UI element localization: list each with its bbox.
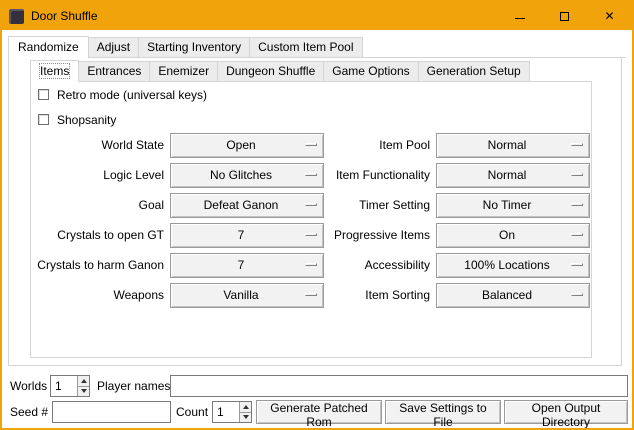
progressive-items-label: Progressive Items bbox=[320, 223, 430, 248]
shopsanity-label: Shopsanity bbox=[57, 113, 116, 128]
minimize-icon bbox=[515, 18, 525, 19]
item-functionality-dropdown[interactable]: Normal bbox=[436, 163, 590, 188]
dropdown-indicator-icon bbox=[571, 293, 583, 296]
arrow-up-icon bbox=[243, 405, 249, 409]
world-state-dropdown[interactable]: Open bbox=[170, 133, 324, 158]
tab-entrances[interactable]: Entrances bbox=[78, 61, 150, 81]
accessibility-label: Accessibility bbox=[320, 253, 430, 278]
dropdown-indicator-icon bbox=[571, 263, 583, 266]
accessibility-dropdown[interactable]: 100% Locations bbox=[436, 253, 590, 278]
worlds-spin-up-button[interactable] bbox=[77, 376, 89, 386]
minimize-button[interactable] bbox=[497, 2, 542, 30]
arrow-down-icon bbox=[81, 389, 87, 393]
worlds-spin-down-button[interactable] bbox=[77, 386, 89, 397]
dropdown-indicator-icon bbox=[305, 293, 317, 296]
titlebar[interactable]: Door Shuffle ✕ bbox=[2, 2, 632, 30]
logic-level-dropdown[interactable]: No Glitches bbox=[170, 163, 324, 188]
arrow-down-icon bbox=[243, 415, 249, 419]
dropdown-indicator-icon bbox=[571, 173, 583, 176]
tab-items[interactable]: Items bbox=[30, 60, 79, 82]
tab-adjust[interactable]: Adjust bbox=[88, 37, 139, 57]
logic-level-label: Logic Level bbox=[32, 163, 164, 188]
retro-mode-checkbox[interactable] bbox=[38, 89, 49, 100]
shopsanity-checkbox[interactable] bbox=[38, 114, 49, 125]
crystals-gt-label: Crystals to open GT bbox=[32, 223, 164, 248]
retro-mode-label: Retro mode (universal keys) bbox=[57, 88, 207, 103]
player-names-input[interactable] bbox=[170, 375, 628, 397]
item-pool-dropdown[interactable]: Normal bbox=[436, 133, 590, 158]
count-spinner[interactable]: 1 bbox=[212, 401, 252, 423]
dropdown-indicator-icon bbox=[571, 203, 583, 206]
close-icon: ✕ bbox=[604, 10, 614, 22]
dropdown-indicator-icon bbox=[305, 233, 317, 236]
arrow-up-icon bbox=[81, 379, 87, 383]
app-icon bbox=[9, 9, 24, 24]
count-label: Count bbox=[176, 405, 208, 419]
item-sorting-label: Item Sorting bbox=[320, 283, 430, 308]
inner-tabbar: Items Entrances Enemizer Dungeon Shuffle… bbox=[30, 60, 592, 82]
dropdown-indicator-icon bbox=[305, 173, 317, 176]
worlds-label: Worlds bbox=[10, 379, 47, 393]
tab-randomize[interactable]: Randomize bbox=[8, 36, 89, 58]
maximize-button[interactable] bbox=[542, 2, 587, 30]
maximize-icon bbox=[560, 12, 569, 21]
generate-patched-rom-button[interactable]: Generate Patched Rom bbox=[256, 400, 382, 424]
dropdown-indicator-icon bbox=[305, 263, 317, 266]
close-button[interactable]: ✕ bbox=[587, 2, 632, 30]
tab-enemizer[interactable]: Enemizer bbox=[149, 61, 218, 81]
seed-input[interactable] bbox=[52, 401, 171, 423]
crystals-gt-dropdown[interactable]: 7 bbox=[170, 223, 324, 248]
weapons-dropdown[interactable]: Vanilla bbox=[170, 283, 324, 308]
dropdown-indicator-icon bbox=[305, 143, 317, 146]
player-names-label: Player names bbox=[97, 379, 170, 393]
tab-game-options[interactable]: Game Options bbox=[323, 61, 418, 81]
tab-custom-item-pool[interactable]: Custom Item Pool bbox=[249, 37, 362, 57]
goal-label: Goal bbox=[32, 193, 164, 218]
timer-setting-dropdown[interactable]: No Timer bbox=[436, 193, 590, 218]
count-spin-up-button[interactable] bbox=[239, 402, 251, 412]
item-pool-label: Item Pool bbox=[320, 133, 430, 158]
seed-label: Seed # bbox=[10, 405, 48, 419]
goal-dropdown[interactable]: Defeat Ganon bbox=[170, 193, 324, 218]
save-settings-button[interactable]: Save Settings to File bbox=[385, 400, 501, 424]
weapons-label: Weapons bbox=[32, 283, 164, 308]
crystals-ganon-label: Crystals to harm Ganon bbox=[32, 253, 164, 278]
item-sorting-dropdown[interactable]: Balanced bbox=[436, 283, 590, 308]
item-functionality-label: Item Functionality bbox=[320, 163, 430, 188]
open-output-directory-button[interactable]: Open Output Directory bbox=[504, 400, 628, 424]
count-spin-down-button[interactable] bbox=[239, 412, 251, 423]
dropdown-indicator-icon bbox=[305, 203, 317, 206]
crystals-ganon-dropdown[interactable]: 7 bbox=[170, 253, 324, 278]
dropdown-indicator-icon bbox=[571, 143, 583, 146]
world-state-label: World State bbox=[32, 133, 164, 158]
tab-generation-setup[interactable]: Generation Setup bbox=[418, 61, 530, 81]
tab-dungeon-shuffle[interactable]: Dungeon Shuffle bbox=[217, 61, 324, 81]
outer-tabbar: Randomize Adjust Starting Inventory Cust… bbox=[8, 36, 626, 58]
dropdown-indicator-icon bbox=[571, 233, 583, 236]
tab-starting-inventory[interactable]: Starting Inventory bbox=[138, 37, 250, 57]
window-title: Door Shuffle bbox=[31, 9, 98, 23]
progressive-items-dropdown[interactable]: On bbox=[436, 223, 590, 248]
worlds-spinner[interactable]: 1 bbox=[50, 375, 90, 397]
door-shuffle-window: Door Shuffle ✕ Randomize Adjust Starting… bbox=[0, 0, 634, 430]
timer-setting-label: Timer Setting bbox=[320, 193, 430, 218]
window-controls: ✕ bbox=[497, 2, 632, 30]
